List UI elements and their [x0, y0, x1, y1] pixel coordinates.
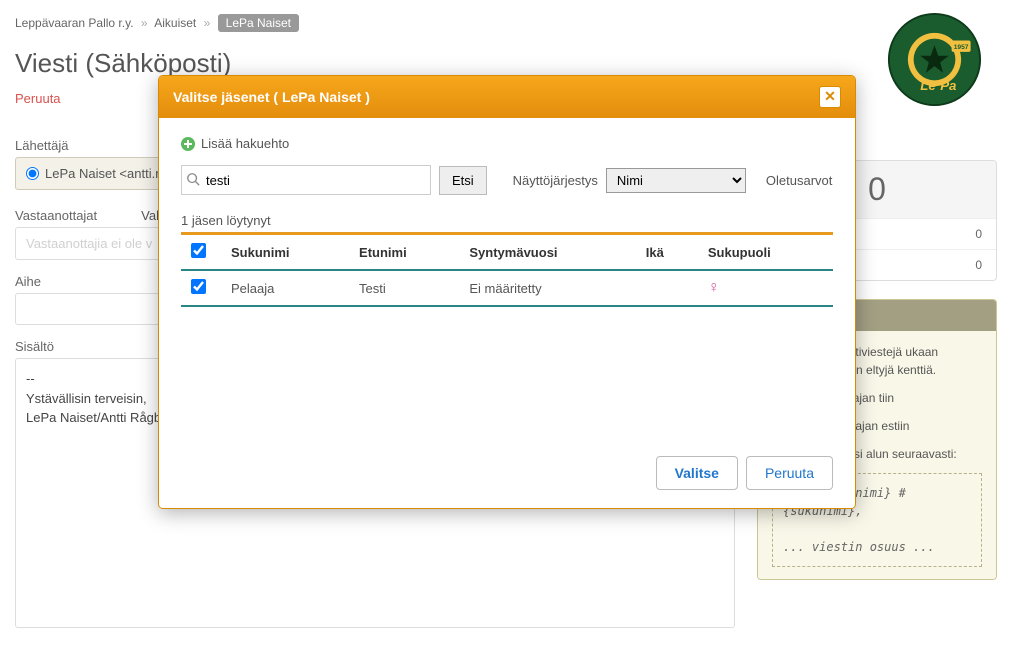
- search-icon: [186, 172, 200, 186]
- close-icon: ✕: [824, 88, 836, 104]
- col-age[interactable]: Ikä: [636, 235, 698, 270]
- row-checkbox[interactable]: [191, 279, 206, 294]
- add-filter-link[interactable]: Lisää hakuehto: [181, 136, 833, 151]
- col-firstname[interactable]: Etunimi: [349, 235, 459, 270]
- modal-title: Valitse jäsenet ( LePa Naiset ): [173, 89, 370, 105]
- table-row[interactable]: Pelaaja Testi Ei määritetty ♀: [181, 270, 833, 306]
- col-gender[interactable]: Sukupuoli: [698, 235, 833, 270]
- sort-select[interactable]: Nimi: [606, 168, 746, 193]
- cancel-button[interactable]: Peruuta: [746, 456, 833, 490]
- search-input[interactable]: [181, 165, 431, 195]
- cell-surname: Pelaaja: [221, 270, 349, 306]
- col-birthyear[interactable]: Syntymävuosi: [459, 235, 635, 270]
- modal-overlay: Valitse jäsenet ( LePa Naiset ) ✕ Lisää …: [0, 0, 1012, 667]
- cell-birthyear: Ei määritetty: [459, 270, 635, 306]
- results-table: Sukunimi Etunimi Syntymävuosi Ikä Sukupu…: [181, 235, 833, 307]
- defaults-link[interactable]: Oletusarvot: [766, 173, 832, 188]
- modal-close-button[interactable]: ✕: [819, 86, 841, 108]
- col-surname[interactable]: Sukunimi: [221, 235, 349, 270]
- result-count: 1 jäsen löytynyt: [181, 213, 833, 228]
- cell-age: [636, 270, 698, 306]
- search-button[interactable]: Etsi: [439, 166, 487, 195]
- sort-label: Näyttöjärjestys: [513, 173, 598, 188]
- female-icon: ♀: [708, 279, 720, 296]
- cell-firstname: Testi: [349, 270, 459, 306]
- member-select-modal: Valitse jäsenet ( LePa Naiset ) ✕ Lisää …: [158, 75, 856, 509]
- select-button[interactable]: Valitse: [656, 456, 738, 490]
- plus-icon: [181, 137, 195, 151]
- add-filter-label: Lisää hakuehto: [201, 136, 289, 151]
- select-all-checkbox[interactable]: [191, 243, 206, 258]
